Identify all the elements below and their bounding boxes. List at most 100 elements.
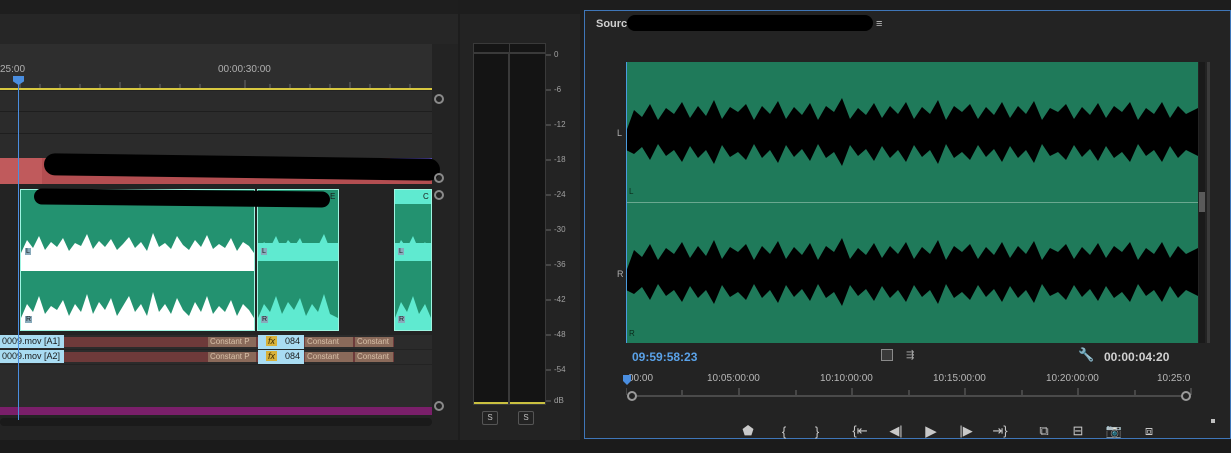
src-ruler-5: 10:25:0 [1157,373,1191,384]
meter-left-channel [473,53,509,405]
waveform-channel-l-small: L [629,187,634,196]
wrench-icon[interactable]: 🔧 [1078,347,1094,363]
track-resize-handle-1[interactable] [434,94,444,104]
channel-label-l: L [617,128,623,138]
video-track-2 [0,91,432,112]
playhead-timecode[interactable]: 09:59:58:23 [632,350,697,364]
meter-label-18: -18 [554,155,566,164]
meter-label-6: -6 [554,85,562,94]
work-area-bar[interactable] [0,88,432,90]
audio-clip-1-waveform [21,233,254,330]
waveform-left-edge [626,62,627,343]
clip-a1-segment[interactable]: fx 084 [258,335,304,349]
transition-2[interactable]: Constant [305,337,353,347]
fx-badge-a1[interactable]: fx [266,336,278,346]
panel-overflow-icon[interactable] [1211,419,1215,423]
source-waveform [626,98,1198,306]
transition-4[interactable]: Constant P [208,352,256,362]
src-ruler-3: 10:15:00:00 [933,373,986,384]
audio-track-empty [0,365,432,407]
meter-scale: 0 -6 -12 -18 -24 -30 -36 -42 -48 -54 dB [554,50,578,410]
audio-clip-1[interactable]: L R [20,189,255,331]
insert-icon[interactable]: ⧉ [1033,421,1055,441]
step-forward-icon[interactable]: |▶ [955,421,977,441]
clip2-channel-l: L [261,248,267,255]
source-time-ruler[interactable]: 00:00 10:05:00:00 10:10:00:00 10:15:00:0… [623,371,1198,397]
drop-down-icon[interactable] [881,349,893,361]
clip2-channel-r: R [261,316,269,323]
audio-meter-panel: 0 -6 -12 -18 -24 -30 -36 -42 -48 -54 dB … [460,14,580,440]
meter-label-0: 0 [554,50,559,59]
source-waveform-display[interactable]: L R [626,62,1198,343]
clip-a2-segment[interactable]: fx 084 [258,350,304,364]
fx-badge-a2[interactable]: fx [266,351,278,361]
timeline-panel: 25:00 00:00:30:00 L R E L R C L R 0009.m… [0,0,458,440]
clip-name-a1[interactable]: 0009.mov [A1] [0,335,64,348]
settings-fit-icon[interactable]: ⇶ [906,350,914,361]
redaction-3 [627,15,873,31]
audio-clip-2-waveform [258,234,338,330]
meter-ticks [546,54,551,402]
clip3-channel-r: R [398,316,406,323]
solo-right-button[interactable]: S [518,411,534,425]
transition-5[interactable]: Constant [305,352,353,362]
mark-out-icon[interactable]: } [806,421,828,441]
zoom-scroll-bar[interactable] [629,395,1189,397]
clip3-channel-l: L [398,248,404,255]
meter-label-48: -48 [554,330,566,339]
meter-right-channel [509,53,546,405]
clip1-channel-r: R [25,316,33,323]
track-resize-handle-3[interactable] [434,190,444,200]
video-track-1-empty [0,112,432,134]
src-ruler-4: 10:20:00:00 [1046,373,1099,384]
overwrite-icon[interactable]: ⊟ [1067,421,1089,441]
audio-clip-2[interactable]: E L R [257,189,339,331]
clip-name-a2[interactable]: 0009.mov [A2] [0,350,64,363]
audio-clip-3-waveform [395,236,431,330]
time-ruler[interactable]: 25:00 00:00:30:00 [0,44,432,90]
timeline-scrollbar[interactable] [0,418,432,426]
meter-label-12: -12 [554,120,566,129]
vertical-zoom-bar[interactable] [1199,62,1205,343]
button-editor-icon[interactable]: ⧈ [1138,421,1160,441]
step-back-icon[interactable]: ◀| [885,421,907,441]
panel-menu-icon[interactable]: ≡ [876,18,882,30]
zoom-handle-right[interactable] [1181,391,1191,401]
src-ruler-2: 10:10:00:00 [820,373,873,384]
export-frame-icon[interactable]: 📷 [1103,421,1125,441]
vertical-zoom-strip[interactable] [1207,62,1210,343]
go-to-out-icon[interactable]: ⇥} [989,421,1011,441]
master-track [0,407,432,415]
track-resize-handle-4[interactable] [434,401,444,411]
src-ruler-1: 10:05:00:00 [707,373,760,384]
go-to-in-icon[interactable]: {⇤ [849,421,871,441]
mark-in-icon[interactable]: { [773,421,795,441]
clip-num-a2: 084 [285,351,301,361]
transition-6[interactable]: Constant [355,352,393,362]
waveform-channel-r-small: R [629,329,635,338]
audio-clip-3[interactable]: C L R [394,189,432,331]
source-ruler-ticks [626,388,1192,395]
clip2-label: E [330,192,336,201]
timeline-top-bar [0,0,458,14]
solo-left-button[interactable]: S [482,411,498,425]
meter-label-36: -36 [554,260,566,269]
meter-label-54: -54 [554,365,566,374]
src-ruler-0: 00:00 [628,373,654,384]
ruler-label-left: 25:00 [0,64,26,75]
channel-label-r: R [617,269,624,279]
meter-label-24: -24 [554,190,566,199]
transition-3[interactable]: Constant [355,337,393,347]
timeline-header [0,14,458,44]
meter-label-42: -42 [554,295,566,304]
bottom-strip [0,440,1231,453]
source-tab[interactable]: Source: ≡ [585,11,1230,37]
transition-1[interactable]: Constant P [208,337,256,347]
duration-timecode: 00:00:04:20 [1104,350,1170,364]
marker-icon[interactable]: ⬟ [737,421,759,441]
source-monitor-panel: Source: ≡ L R L R 09:59:58:23 ⇶ 🔧 00:00:… [584,10,1231,441]
zoom-handle-left[interactable] [627,391,637,401]
play-icon[interactable]: ▶ [920,421,942,441]
track-resize-handle-2[interactable] [434,173,444,183]
clip1-channel-l: L [25,248,31,255]
